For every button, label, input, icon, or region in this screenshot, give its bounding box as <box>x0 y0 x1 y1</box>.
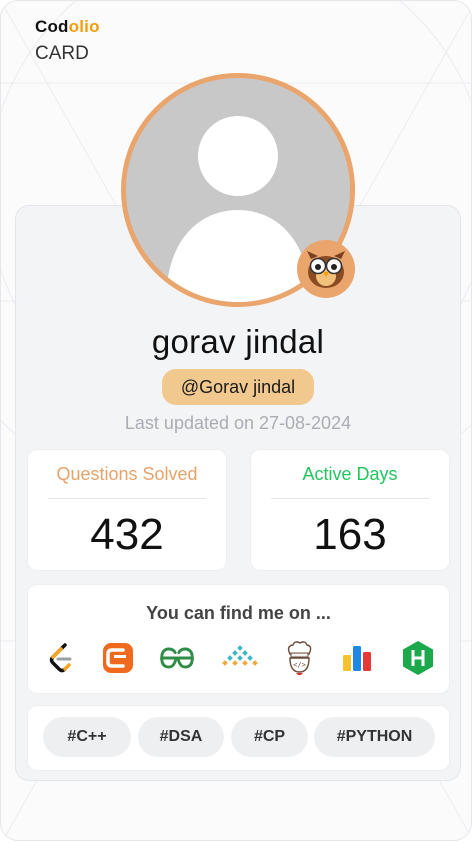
active-days-value: 163 <box>313 510 387 559</box>
hackerrank-icon[interactable] <box>400 640 436 676</box>
codolio-card-frame: Codolio CARD gorav jindal @Gorav jindal … <box>0 0 472 841</box>
geeksforgeeks-icon[interactable] <box>159 640 195 676</box>
find-me-title: You can find me on ... <box>146 603 331 623</box>
card-label: CARD <box>35 43 89 64</box>
divider <box>48 498 206 499</box>
logo-text-orange: olio <box>68 17 100 36</box>
tag-python[interactable]: #PYTHON <box>314 717 435 757</box>
questions-solved-value: 432 <box>90 510 164 559</box>
username-badge[interactable]: @Gorav jindal <box>162 369 314 405</box>
brand: Codolio CARD <box>35 17 100 65</box>
avatar-wrap <box>121 73 357 309</box>
find-me-on-card: You can find me on ... </> <box>27 584 450 694</box>
codeforces-icon[interactable] <box>339 640 375 676</box>
tag-dsa[interactable]: #DSA <box>138 717 224 757</box>
svg-text:</>: </> <box>293 661 306 669</box>
questions-solved-label: Questions Solved <box>56 464 198 484</box>
leetcode-icon[interactable] <box>42 640 78 676</box>
codechef-icon[interactable]: </> <box>281 640 317 676</box>
divider <box>271 498 429 499</box>
questions-solved-card: Questions Solved 432 <box>27 449 227 571</box>
owl-icon <box>307 251 345 288</box>
profile-name: gorav jindal <box>151 323 325 360</box>
skills-tags-card: #C++ #DSA #CP #PYTHON <box>27 705 450 771</box>
codestudio-icon[interactable] <box>100 640 136 676</box>
active-days-label: Active Days <box>302 464 398 484</box>
tag-cpp[interactable]: #C++ <box>43 717 131 757</box>
logo-text-dark: Cod <box>35 17 69 36</box>
last-updated-text: Last updated on 27-08-2024 <box>124 413 352 433</box>
tag-cp[interactable]: #CP <box>231 717 308 757</box>
active-days-card: Active Days 163 <box>250 449 450 571</box>
owl-badge <box>297 240 355 298</box>
codolio-logo: Codolio <box>35 17 100 37</box>
interviewbit-icon[interactable] <box>222 640 258 676</box>
